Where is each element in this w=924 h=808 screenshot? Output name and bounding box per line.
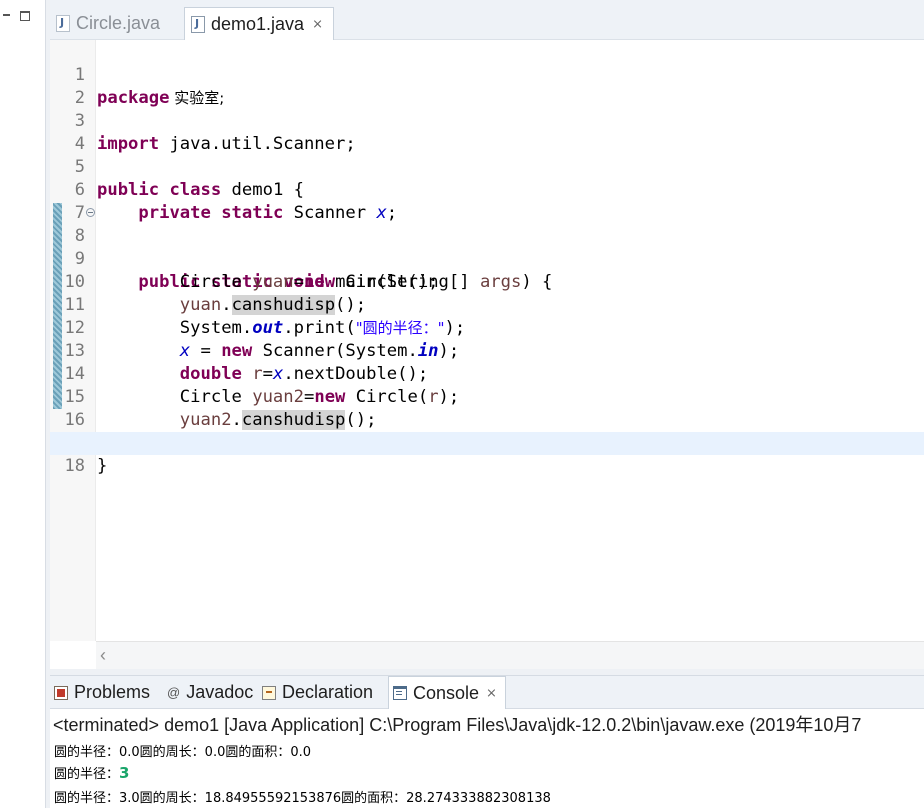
console-icon bbox=[393, 686, 407, 700]
maximize-icon[interactable] bbox=[20, 11, 30, 21]
code-line[interactable]: 14 Circle yuan2=new Circle(r); bbox=[50, 340, 924, 407]
tab-problems[interactable]: Problems bbox=[50, 676, 156, 709]
line-number: 18 bbox=[64, 456, 85, 476]
code-editor[interactable]: 1 package 实验室; 2 3 import java.util.Scan… bbox=[50, 40, 924, 669]
console-prompt: 圆的半径： bbox=[54, 767, 120, 782]
tab-label: demo1.java bbox=[211, 13, 305, 34]
close-icon[interactable]: ⨯ bbox=[312, 16, 323, 32]
fold-collapse-icon[interactable] bbox=[86, 208, 95, 217]
console-output[interactable]: <terminated> demo1 [Java Application] C:… bbox=[50, 709, 924, 808]
tab-circle-java[interactable]: Circle.java bbox=[50, 7, 168, 40]
code-line[interactable]: 5 public class demo1 { bbox=[50, 133, 924, 200]
console-line: 圆的半径：3 bbox=[54, 763, 129, 782]
code-line[interactable]: 12 x = new Scanner(System.in); bbox=[50, 294, 924, 361]
javadoc-icon: @ bbox=[167, 685, 181, 700]
code-line[interactable]: 4 bbox=[50, 110, 924, 154]
tab-declaration[interactable]: Declaration bbox=[258, 676, 379, 709]
views-tab-bar: Problems @ Javadoc Declaration Console ⨯ bbox=[50, 675, 924, 709]
horizontal-scrollbar[interactable]: ‹ bbox=[96, 641, 924, 669]
code-line[interactable]: 11 System.out.print("圆的半径："); bbox=[50, 271, 924, 338]
scroll-left-icon[interactable]: ‹ bbox=[100, 645, 106, 666]
java-file-icon bbox=[191, 15, 205, 33]
tab-label: Console bbox=[413, 682, 480, 703]
console-line: 圆的半径：0.0圆的周长：0.0圆的面积：0.0 bbox=[54, 745, 312, 760]
minimize-icon[interactable] bbox=[2, 11, 12, 21]
package-explorer-strip bbox=[0, 0, 46, 808]
tab-demo1-java[interactable]: demo1.java ⨯ bbox=[184, 7, 334, 40]
code-line[interactable]: 6 private static Scanner x; bbox=[50, 156, 924, 223]
code-line[interactable]: 16 } bbox=[50, 386, 924, 453]
close-icon[interactable]: ⨯ bbox=[486, 685, 497, 701]
code-line[interactable]: 3 import java.util.Scanner; bbox=[50, 87, 924, 154]
tab-label: Problems bbox=[74, 682, 151, 702]
java-file-icon bbox=[56, 15, 70, 32]
code-line[interactable]: 17 } bbox=[50, 409, 924, 476]
tab-label: Declaration bbox=[282, 682, 374, 702]
tab-console[interactable]: Console ⨯ bbox=[388, 676, 506, 709]
console-status: <terminated> demo1 [Java Application] C:… bbox=[53, 715, 862, 735]
problems-icon bbox=[54, 685, 68, 700]
tab-label: Circle.java bbox=[76, 13, 161, 33]
code-line[interactable]: 2 bbox=[50, 64, 924, 108]
tab-javadoc[interactable]: @ Javadoc bbox=[163, 676, 259, 709]
user-input: 3 bbox=[119, 764, 130, 782]
code-line[interactable]: 15 yuan2.canshudisp(); bbox=[50, 363, 924, 430]
declaration-icon bbox=[262, 685, 276, 700]
code-line[interactable]: 8 public static void main(String[] args)… bbox=[50, 202, 924, 292]
code-line[interactable]: 10 yuan.canshudisp(); bbox=[50, 248, 924, 315]
console-line: 圆的半径：3.0圆的周长：18.84955592153876圆的面积：28.27… bbox=[54, 791, 551, 806]
editor-tab-bar: Circle.java demo1.java ⨯ bbox=[50, 0, 924, 40]
code-line[interactable]: 1 package 实验室; bbox=[50, 41, 924, 108]
code-lines[interactable]: 1 package 实验室; 2 3 import java.util.Scan… bbox=[50, 41, 924, 476]
current-line[interactable]: 18 bbox=[50, 432, 924, 476]
code-line[interactable]: 13 double r=x.nextDouble(); bbox=[50, 317, 924, 384]
code-line[interactable]: 9 Circle yuan=new Circle(); bbox=[50, 225, 924, 292]
code-line[interactable]: 7 bbox=[50, 179, 924, 223]
tab-label: Javadoc bbox=[186, 682, 254, 702]
